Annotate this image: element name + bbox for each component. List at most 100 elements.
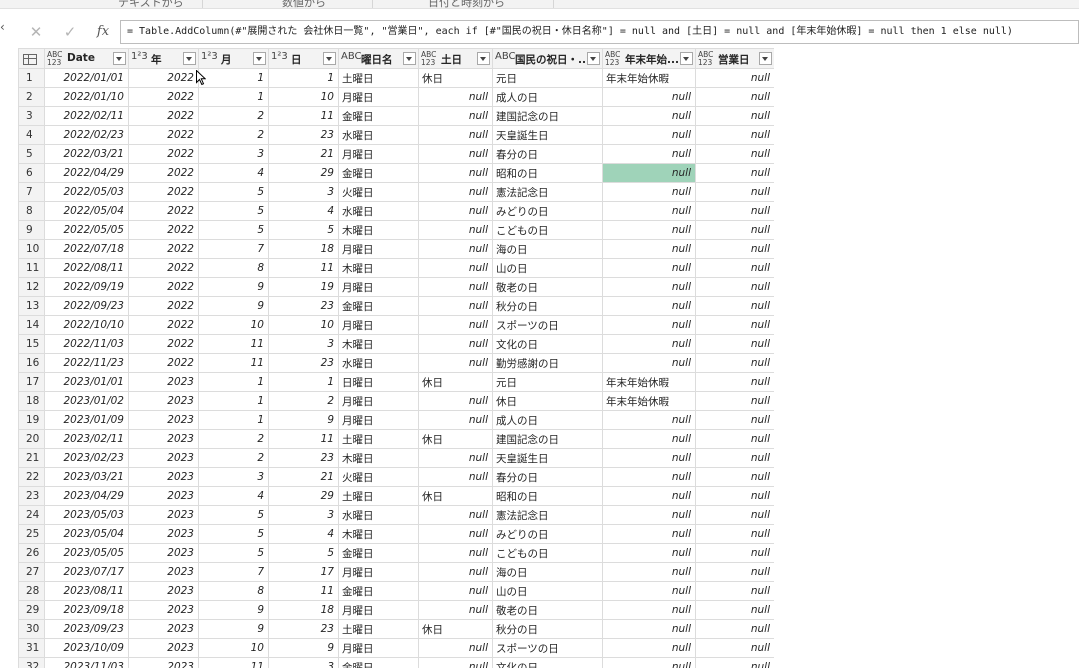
table-cell[interactable]: null: [418, 448, 493, 468]
table-cell[interactable]: 1: [198, 68, 269, 88]
table-cell[interactable]: 2023: [128, 391, 199, 411]
table-cell[interactable]: 3: [198, 144, 269, 164]
table-cell[interactable]: 金曜日: [338, 163, 419, 183]
table-cell[interactable]: null: [602, 657, 696, 668]
table-cell[interactable]: 元日: [492, 372, 603, 392]
table-cell[interactable]: null: [695, 372, 774, 392]
table-cell[interactable]: null: [602, 543, 696, 563]
table-cell[interactable]: 2: [198, 448, 269, 468]
table-cell[interactable]: null: [418, 163, 493, 183]
table-cell[interactable]: null: [695, 391, 774, 411]
table-cell[interactable]: null: [418, 125, 493, 145]
table-cell[interactable]: null: [602, 619, 696, 639]
column-type-icon[interactable]: 1²3: [131, 52, 149, 61]
table-cell[interactable]: 木曜日: [338, 334, 419, 354]
row-number[interactable]: 24: [18, 505, 45, 525]
table-cell[interactable]: null: [602, 429, 696, 449]
table-cell[interactable]: null: [418, 220, 493, 240]
filter-dropdown-icon[interactable]: [323, 52, 336, 65]
table-cell[interactable]: null: [418, 315, 493, 335]
table-cell[interactable]: 21: [268, 144, 339, 164]
table-cell[interactable]: 金曜日: [338, 657, 419, 668]
table-cell[interactable]: 8: [198, 581, 269, 601]
table-cell[interactable]: null: [418, 638, 493, 658]
table-cell[interactable]: 2023/09/18: [44, 600, 129, 620]
table-cell[interactable]: 1: [268, 68, 339, 88]
table-cell[interactable]: 憲法記念日: [492, 505, 603, 525]
filter-dropdown-icon[interactable]: [477, 52, 490, 65]
table-cell[interactable]: 建国記念の日: [492, 106, 603, 126]
table-cell[interactable]: 2022: [128, 239, 199, 259]
table-cell[interactable]: 山の日: [492, 258, 603, 278]
table-cell[interactable]: 2023: [128, 638, 199, 658]
table-cell[interactable]: 金曜日: [338, 106, 419, 126]
table-cell[interactable]: null: [418, 296, 493, 316]
table-cell[interactable]: 11: [268, 106, 339, 126]
table-cell[interactable]: null: [602, 581, 696, 601]
table-cell[interactable]: 2022/07/18: [44, 239, 129, 259]
table-cell[interactable]: null: [695, 581, 774, 601]
table-cell[interactable]: 4: [198, 163, 269, 183]
row-number[interactable]: 26: [18, 543, 45, 563]
table-cell[interactable]: こどもの日: [492, 543, 603, 563]
table-cell[interactable]: 土曜日: [338, 619, 419, 639]
table-cell[interactable]: null: [695, 467, 774, 487]
table-cell[interactable]: 山の日: [492, 581, 603, 601]
table-cell[interactable]: null: [695, 448, 774, 468]
table-cell[interactable]: 2022/02/11: [44, 106, 129, 126]
table-cell[interactable]: 火曜日: [338, 467, 419, 487]
table-cell[interactable]: 2022/11/23: [44, 353, 129, 373]
table-cell[interactable]: 昭和の日: [492, 163, 603, 183]
row-number[interactable]: 3: [18, 106, 45, 126]
table-cell[interactable]: みどりの日: [492, 201, 603, 221]
column-header[interactable]: ABC 国民の祝日・...: [492, 48, 603, 69]
column-type-icon[interactable]: ABC 123: [421, 51, 439, 66]
column-header[interactable]: 1²3 年: [128, 48, 199, 69]
table-cell[interactable]: 2023/10/09: [44, 638, 129, 658]
column-header[interactable]: ABC 123 年末年始...: [602, 48, 696, 69]
table-cell[interactable]: 5: [268, 220, 339, 240]
column-type-icon[interactable]: ABC: [495, 52, 516, 61]
table-cell[interactable]: null: [602, 600, 696, 620]
table-cell[interactable]: 春分の日: [492, 144, 603, 164]
table-cell[interactable]: null: [418, 467, 493, 487]
table-cell[interactable]: 7: [198, 239, 269, 259]
table-cell[interactable]: null: [418, 106, 493, 126]
table-cell[interactable]: null: [418, 600, 493, 620]
table-cell[interactable]: 2022: [128, 201, 199, 221]
table-cell[interactable]: null: [695, 277, 774, 297]
table-cell[interactable]: null: [418, 144, 493, 164]
table-cell[interactable]: スポーツの日: [492, 315, 603, 335]
row-number[interactable]: 27: [18, 562, 45, 582]
table-cell[interactable]: 8: [198, 258, 269, 278]
table-cell[interactable]: 2022/04/29: [44, 163, 129, 183]
table-cell[interactable]: 2023: [128, 467, 199, 487]
table-cell[interactable]: 11: [268, 581, 339, 601]
table-cell[interactable]: 勤労感謝の日: [492, 353, 603, 373]
table-cell[interactable]: null: [695, 657, 774, 668]
table-cell[interactable]: 2023: [128, 429, 199, 449]
filter-dropdown-icon[interactable]: [253, 52, 266, 65]
table-cell[interactable]: null: [695, 144, 774, 164]
table-cell[interactable]: 金曜日: [338, 543, 419, 563]
table-cell[interactable]: null: [695, 600, 774, 620]
table-cell[interactable]: null: [695, 353, 774, 373]
row-number[interactable]: 20: [18, 429, 45, 449]
table-cell[interactable]: 2023: [128, 410, 199, 430]
table-cell[interactable]: 9: [268, 638, 339, 658]
table-cell[interactable]: 29: [268, 486, 339, 506]
table-cell[interactable]: 2022: [128, 125, 199, 145]
table-cell[interactable]: 10: [268, 87, 339, 107]
row-number[interactable]: 1: [18, 68, 45, 88]
table-cell[interactable]: みどりの日: [492, 524, 603, 544]
table-cell[interactable]: 2023/07/17: [44, 562, 129, 582]
table-cell[interactable]: 2022/05/05: [44, 220, 129, 240]
table-cell[interactable]: 2022/01/10: [44, 87, 129, 107]
table-cell[interactable]: 1: [268, 372, 339, 392]
table-cell[interactable]: 1: [198, 372, 269, 392]
table-cell[interactable]: 木曜日: [338, 524, 419, 544]
table-cell[interactable]: 2022: [128, 258, 199, 278]
table-cell[interactable]: null: [602, 125, 696, 145]
table-cell[interactable]: 2023: [128, 657, 199, 668]
table-cell[interactable]: 休日: [418, 429, 493, 449]
